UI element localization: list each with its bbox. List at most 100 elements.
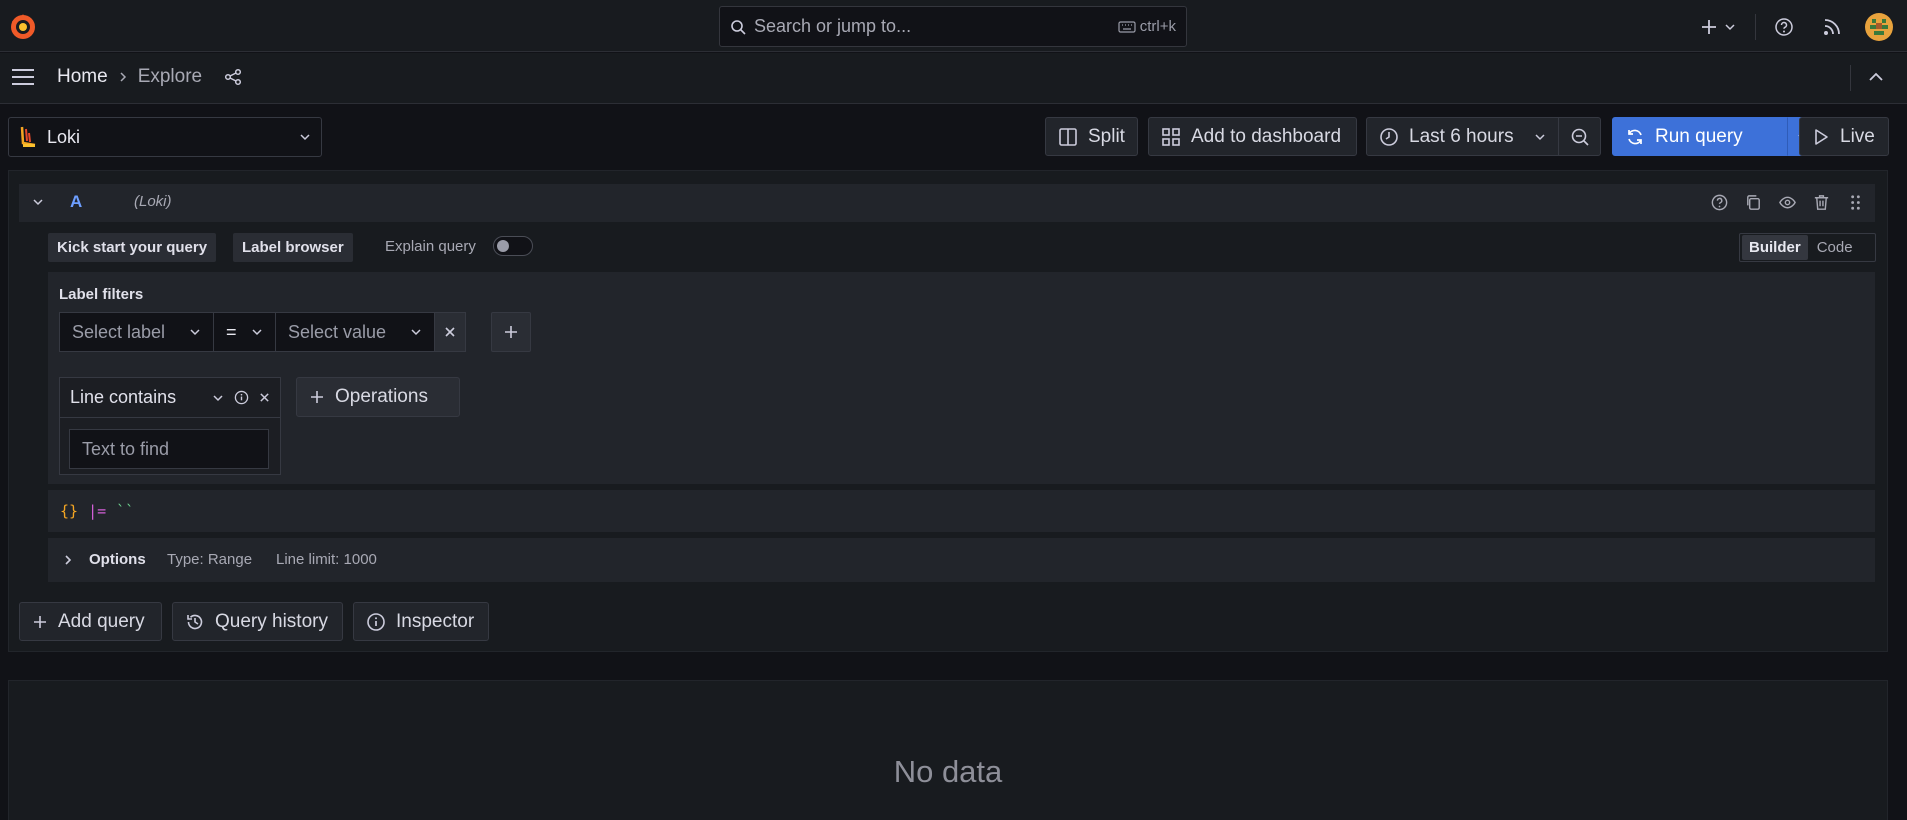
help-icon[interactable] [1774,12,1794,42]
toggle-knob [497,240,509,252]
divider [1850,65,1851,91]
raw-query-preview [48,490,1875,532]
zoom-out-icon [1570,127,1590,147]
select-label-placeholder: Select label [72,321,166,342]
collapse-chevron-icon[interactable] [32,196,44,208]
columns-icon [1058,127,1078,147]
text-to-find-input[interactable]: Text to find [69,429,269,469]
query-row-header [19,184,1875,222]
live-button[interactable]: Live [1799,117,1889,156]
run-query-label: Run query [1655,125,1743,147]
chevron-down-icon [189,326,201,338]
rss-news-icon[interactable] [1822,12,1842,42]
info-icon[interactable] [234,390,249,405]
chevron-up-icon[interactable] [1868,70,1884,84]
options-label[interactable]: Options [89,551,146,568]
loki-logo-icon [19,125,39,149]
explain-query-label: Explain query [385,238,476,255]
no-data-message: No data [893,754,1003,789]
time-range-picker[interactable]: Last 6 hours [1366,117,1559,156]
search-bar[interactable]: Search or jump to... ctrl+k [719,6,1187,47]
code-mode-button[interactable]: Code [1810,235,1860,260]
breadcrumb-home[interactable]: Home [57,66,108,88]
select-label-dropdown[interactable]: Select label [59,312,214,352]
chevron-right-icon [118,71,128,83]
trash-icon[interactable] [1812,193,1831,212]
keyboard-icon [1118,20,1136,33]
raw-query-string: `` [116,502,135,520]
search-icon [730,19,746,35]
add-filter-button[interactable] [491,312,531,352]
copy-icon[interactable] [1744,193,1763,212]
chevron-down-icon[interactable] [212,392,224,404]
options-line-limit: Line limit: 1000 [276,551,377,568]
editor-mode-toggle: Builder Code [1739,233,1876,262]
builder-mode-button[interactable]: Builder [1742,235,1808,260]
plus-icon [1700,18,1718,36]
user-avatar[interactable] [1864,12,1894,42]
datasource-picker[interactable]: Loki [8,117,322,157]
apps-icon [1161,127,1181,147]
run-query-button[interactable]: Run query [1612,117,1788,156]
query-history-button[interactable]: Query history [172,602,343,641]
add-to-dashboard-button[interactable]: Add to dashboard [1148,117,1357,156]
help-icon[interactable] [1710,193,1729,212]
operations-label: Operations [335,386,428,407]
query-ref-id[interactable]: A [70,192,82,212]
operations-button[interactable]: Operations [296,377,460,417]
split-label: Split [1088,125,1125,147]
label-browser-button[interactable]: Label browser [233,233,353,262]
inspector-button[interactable]: Inspector [353,602,489,641]
select-value-placeholder: Select value [288,321,387,342]
chevron-down-icon [299,131,311,143]
query-history-label: Query history [215,610,328,632]
breadcrumb-bar [0,53,1907,104]
search-shortcut: ctrl+k [1118,18,1176,35]
clock-icon [1379,127,1399,147]
add-query-button[interactable]: Add query [19,602,162,641]
breadcrumb-explore: Explore [137,66,203,87]
eye-icon[interactable] [1778,193,1797,212]
results-panel [8,680,1888,820]
select-value-dropdown[interactable]: Select value [275,312,435,352]
plus-icon [309,389,325,405]
datasource-name: Loki [47,126,81,147]
zoom-out-button[interactable] [1558,117,1601,156]
sync-icon [1625,127,1645,147]
drag-handle-icon[interactable] [1846,193,1865,212]
query-datasource-label: (Loki) [134,193,172,210]
line-contains-label[interactable]: Line contains [70,387,176,408]
time-range-label: Last 6 hours [1409,125,1514,147]
options-type: Type: Range [167,551,253,568]
operator-dropdown[interactable]: = [213,312,276,352]
remove-filter-button[interactable] [434,312,466,352]
info-icon [366,612,386,632]
add-query-label: Add query [58,610,145,632]
kick-start-button[interactable]: Kick start your query [48,233,217,262]
chevron-down-icon [1724,21,1736,33]
chevron-right-icon[interactable] [62,553,74,567]
grafana-logo-icon[interactable] [8,12,38,42]
plus-icon [504,325,518,339]
raw-query-text: {} |= `` [60,502,134,520]
share-icon[interactable] [224,68,242,86]
inspector-label: Inspector [396,610,475,632]
raw-query-braces: {} [60,502,79,520]
query-row-actions [1710,193,1865,212]
breadcrumb: Home Explore [57,64,242,90]
play-icon [1812,128,1830,146]
explain-query-toggle[interactable] [493,236,533,256]
menu-icon[interactable] [10,66,36,88]
add-to-dashboard-label: Add to dashboard [1191,125,1342,147]
label-filters-title: Label filters [59,286,144,303]
chevron-down-icon [410,326,422,338]
chevron-down-icon [251,326,263,338]
shortcut-label: ctrl+k [1139,18,1176,35]
split-button[interactable]: Split [1045,117,1138,156]
operator-value: = [226,321,237,342]
close-icon[interactable] [259,392,270,403]
raw-query-operator: |= [88,502,107,520]
new-menu-button[interactable] [1700,12,1736,42]
plus-icon [32,614,48,630]
chevron-down-icon [1534,131,1546,143]
